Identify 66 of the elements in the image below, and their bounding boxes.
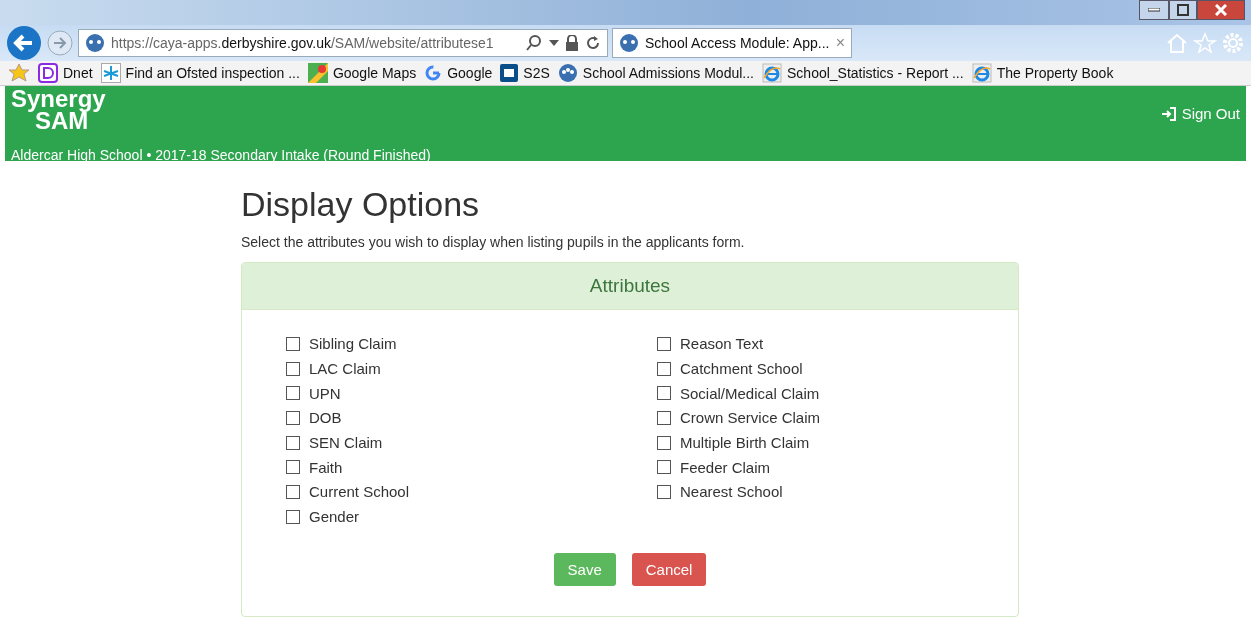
star-icon[interactable] <box>1193 31 1217 54</box>
lock-icon <box>565 34 579 51</box>
logo-text: Synergy <box>11 87 107 110</box>
checkbox[interactable] <box>286 386 300 401</box>
checkbox[interactable] <box>657 386 671 401</box>
checkbox[interactable] <box>657 435 671 450</box>
favorite-link[interactable]: Google Maps <box>307 62 417 83</box>
checkbox-option[interactable]: UPN <box>286 380 657 406</box>
favorite-link[interactable]: S2S <box>500 63 550 82</box>
checkbox-option[interactable]: Gender <box>286 504 657 529</box>
cancel-button[interactable]: Cancel <box>631 553 707 586</box>
people-icon <box>619 32 639 53</box>
browser-tab[interactable]: School Access Module: App... × <box>612 27 852 58</box>
close-icon <box>1215 4 1227 16</box>
checkbox-option[interactable]: Nearest School <box>657 479 974 505</box>
checkbox-option[interactable]: SEN Claim <box>286 430 657 455</box>
maximize-icon <box>1177 4 1189 16</box>
checkbox-option[interactable]: Reason Text <box>657 331 974 357</box>
checkbox-option[interactable]: Crown Service Claim <box>657 405 974 431</box>
people-icon <box>85 32 105 53</box>
address-bar[interactable]: https://caya-apps.derbyshire.gov.uk/SAM/website/attributese1 <box>78 28 608 57</box>
close-button[interactable] <box>1197 0 1245 20</box>
refresh-icon[interactable] <box>585 34 601 51</box>
map-pin-icon <box>307 62 328 83</box>
crest-icon <box>500 63 519 82</box>
favorite-link[interactable]: Dnet <box>38 62 93 83</box>
checkbox[interactable] <box>286 484 300 499</box>
search-icon[interactable] <box>525 33 543 52</box>
panel-title: Attributes <box>242 262 1018 310</box>
description-text: Select the attributes you wish to display when listing pupils in the applicants form. <box>241 233 746 250</box>
favorite-link[interactable]: School_Statistics - Report ... <box>762 62 964 83</box>
checkbox-option[interactable]: Social/Medical Claim <box>657 380 974 406</box>
checkbox[interactable] <box>657 460 671 475</box>
checkbox[interactable] <box>286 336 300 351</box>
checkbox-option[interactable]: Faith <box>286 454 657 480</box>
checkbox-option[interactable]: LAC Claim <box>286 356 657 381</box>
checkbox[interactable] <box>657 410 671 425</box>
back-button[interactable] <box>6 24 42 61</box>
checkbox-option[interactable]: Multiple Birth Claim <box>657 430 974 455</box>
minimize-icon <box>1148 8 1160 12</box>
favorite-link[interactable]: School Admissions Modul... <box>557 62 754 83</box>
favorite-link[interactable]: Google <box>424 63 493 82</box>
page-title: Display Options <box>241 184 481 224</box>
favorite-link[interactable]: The Property Book <box>971 62 1114 83</box>
favorites-star-icon[interactable] <box>8 62 30 83</box>
checkbox[interactable] <box>657 336 671 351</box>
tab-close-button[interactable]: × <box>835 33 845 52</box>
checkbox[interactable] <box>657 361 671 376</box>
checkbox-option[interactable]: Sibling Claim <box>286 331 657 357</box>
favorite-link[interactable]: Find an Ofsted inspection ... <box>100 62 300 83</box>
checkbox[interactable] <box>286 361 300 376</box>
checkbox[interactable] <box>286 410 300 425</box>
checkbox-option[interactable]: Current School <box>286 479 657 505</box>
checkbox-option[interactable]: Catchment School <box>657 356 974 381</box>
checkbox-option[interactable]: DOB <box>286 405 657 431</box>
tab-title: School Access Module: App... <box>645 34 830 51</box>
g-logo-icon <box>424 63 443 82</box>
minimize-button[interactable] <box>1139 0 1169 20</box>
checkbox[interactable] <box>286 435 300 450</box>
checkbox[interactable] <box>286 509 300 524</box>
sign-in-icon <box>1160 106 1177 121</box>
checkbox[interactable] <box>657 484 671 499</box>
caret-icon[interactable] <box>549 39 559 46</box>
checkbox[interactable] <box>286 460 300 475</box>
checkbox-option[interactable]: Feeder Claim <box>657 454 974 480</box>
maximize-button[interactable] <box>1169 0 1197 20</box>
